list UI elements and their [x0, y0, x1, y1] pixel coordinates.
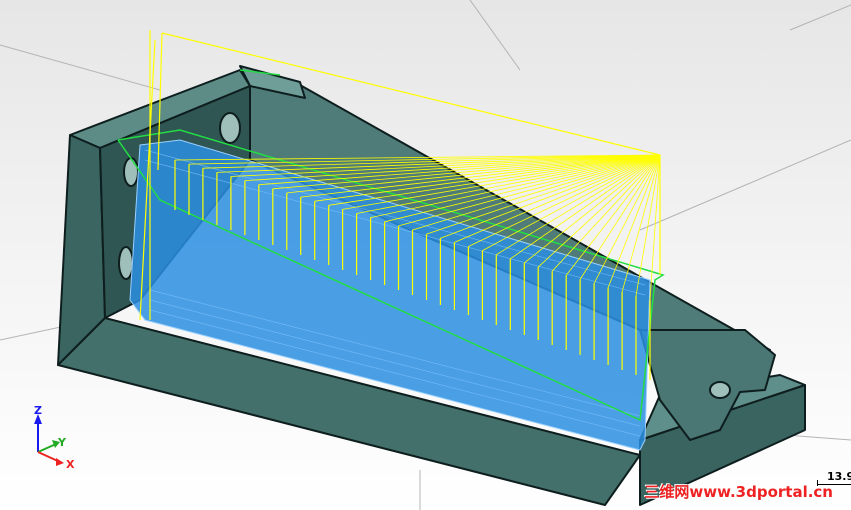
toolpath-fan-line: [496, 154, 661, 256]
part-hole-left-upper: [123, 157, 139, 187]
toolpath-fan-line: [510, 154, 661, 260]
x-axis-label: X: [66, 458, 75, 471]
axis-triad: Z Y X: [34, 404, 75, 471]
cad-3d-viewport[interactable]: Z Y X 13.9 三维网www.3dportal.cn: [0, 0, 851, 510]
site-watermark: 三维网www.3dportal.cn: [644, 483, 833, 501]
part-hole-right: [709, 381, 731, 399]
y-axis-label: Y: [57, 436, 67, 449]
part-hole-top: [219, 112, 241, 144]
z-axis-label: Z: [34, 404, 42, 417]
model-scene[interactable]: Z Y X: [0, 0, 851, 510]
toolpath-fan-line: [635, 154, 661, 296]
part-hole-left-lower: [118, 246, 134, 280]
